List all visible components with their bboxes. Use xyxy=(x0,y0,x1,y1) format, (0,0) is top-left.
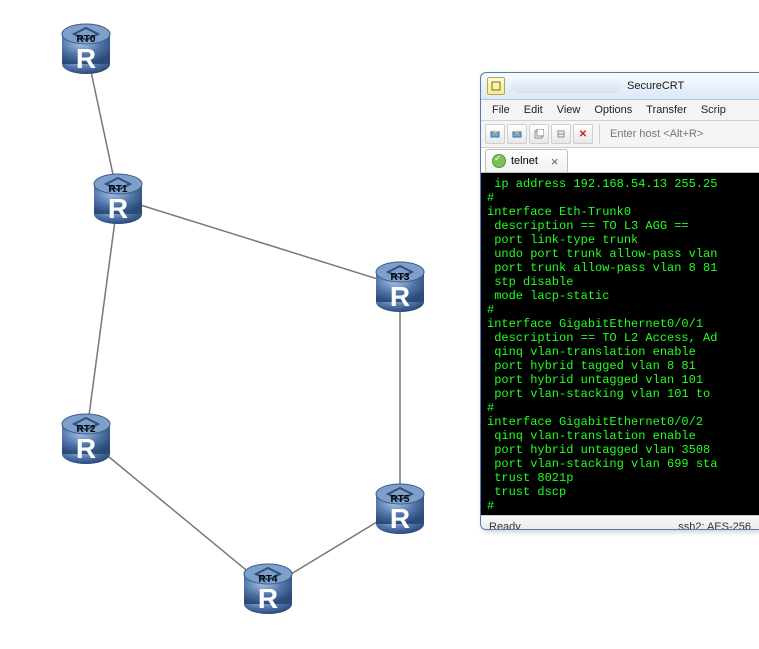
toolbar-btn-1[interactable] xyxy=(485,124,505,144)
tab-telnet[interactable]: telnet × xyxy=(485,149,568,172)
router-rt5[interactable]: R RT5 xyxy=(372,480,428,536)
menubar[interactable]: File Edit View Options Transfer Scrip xyxy=(481,100,759,121)
toolbar-btn-close[interactable]: ✕ xyxy=(573,124,593,144)
menu-file[interactable]: File xyxy=(485,102,517,118)
terminal[interactable]: ip address 192.168.54.13 255.25 # interf… xyxy=(481,173,759,515)
svg-text:R: R xyxy=(390,281,410,312)
svg-text:R: R xyxy=(76,433,96,464)
host-input[interactable]: Enter host <Alt+R> xyxy=(606,128,755,140)
svg-text:R: R xyxy=(258,583,278,614)
menu-options[interactable]: Options xyxy=(587,102,639,118)
toolbar-sep xyxy=(599,124,600,144)
toolbar-btn-3[interactable] xyxy=(529,124,549,144)
svg-text:R: R xyxy=(76,43,96,74)
toolbar: ✕ Enter host <Alt+R> xyxy=(481,121,759,148)
router-rt4[interactable]: R RT4 xyxy=(240,560,296,616)
toolbar-btn-4[interactable] xyxy=(551,124,571,144)
menu-view[interactable]: View xyxy=(550,102,588,118)
securecrt-window: SecureCRT File Edit View Options Transfe… xyxy=(480,72,759,530)
link-RT1-RT3 xyxy=(118,198,400,286)
router-rt3[interactable]: R RT3 xyxy=(372,258,428,314)
title-blur xyxy=(511,79,621,93)
router-rt0[interactable]: R RT0 xyxy=(58,20,114,76)
tab-label: telnet xyxy=(511,155,538,167)
svg-text:R: R xyxy=(390,503,410,534)
menu-transfer[interactable]: Transfer xyxy=(639,102,694,118)
svg-text:R: R xyxy=(108,193,128,224)
window-title: SecureCRT xyxy=(627,80,684,92)
statusbar: Ready ssh2: AES-256 xyxy=(481,515,759,530)
app-icon xyxy=(487,77,505,95)
tab-bar: telnet × xyxy=(481,148,759,173)
menu-script[interactable]: Scrip xyxy=(694,102,733,118)
status-left: Ready xyxy=(489,521,521,530)
link-RT1-RT2 xyxy=(86,198,118,438)
router-rt1[interactable]: R RT1 xyxy=(90,170,146,226)
status-right: ssh2: AES-256 xyxy=(678,521,751,530)
menu-edit[interactable]: Edit xyxy=(517,102,550,118)
toolbar-btn-2[interactable] xyxy=(507,124,527,144)
connected-icon xyxy=(492,154,506,168)
router-rt2[interactable]: R RT2 xyxy=(58,410,114,466)
close-icon[interactable]: × xyxy=(551,155,559,168)
titlebar[interactable]: SecureCRT xyxy=(481,73,759,100)
